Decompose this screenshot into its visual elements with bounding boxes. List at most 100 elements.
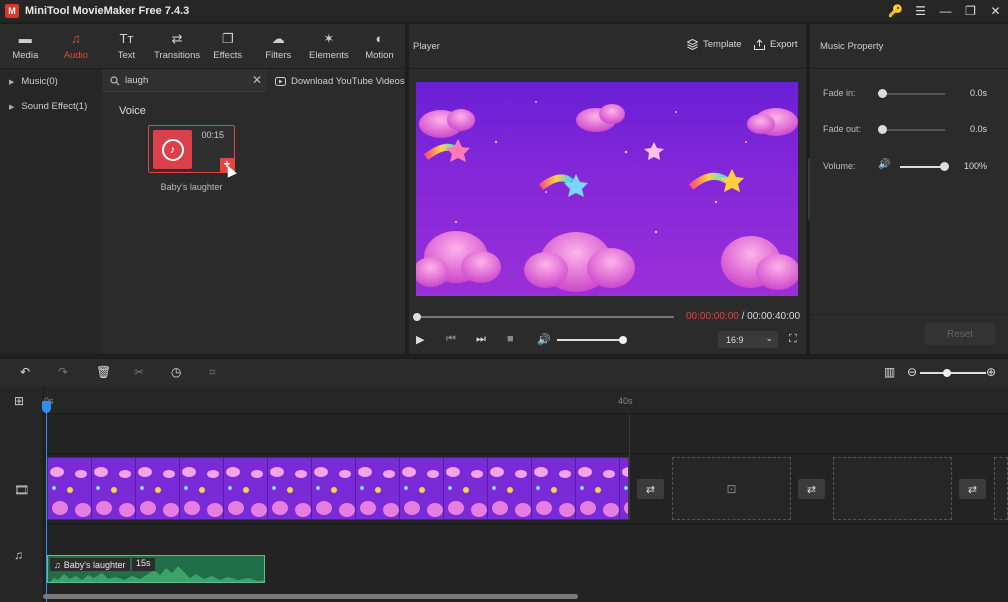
reset-button[interactable]: Reset bbox=[925, 323, 995, 345]
fit-timeline-icon[interactable]: ▥ bbox=[884, 365, 895, 379]
fade-in-label: Fade in: bbox=[823, 88, 856, 98]
search-icon bbox=[110, 75, 120, 85]
minimize-button[interactable]: — bbox=[933, 0, 958, 22]
player-controls: ▶ ⏮ ⏭ ■ 🔊 16:9 ⌄ ⛶ bbox=[409, 328, 806, 352]
video-clip[interactable] bbox=[47, 457, 629, 520]
property-footer: Reset bbox=[810, 314, 1008, 354]
play-icon[interactable]: ▶ bbox=[416, 333, 424, 346]
speed-icon[interactable]: ◷ bbox=[171, 365, 181, 379]
seek-handle[interactable] bbox=[413, 313, 421, 321]
fade-in-handle[interactable] bbox=[878, 89, 887, 98]
timeline-toolbar: ↶ ↷ 🗑 ✂ ◷ ⌗ ▥ ⊖ ⊕ bbox=[0, 359, 1008, 387]
tab-text[interactable]: Tт Text bbox=[101, 24, 152, 69]
player-volume-handle[interactable] bbox=[619, 336, 627, 344]
audio-clip[interactable]: ♫ Baby's laughter 15s bbox=[47, 555, 265, 583]
tab-label: Motion bbox=[365, 50, 394, 61]
empty-clip-slot[interactable]: ⊡ bbox=[672, 457, 791, 520]
empty-clip-slot[interactable] bbox=[833, 457, 952, 520]
transition-slot-button[interactable]: ⇄ bbox=[637, 479, 664, 499]
media-tabs: ▬ Media ♫ Audio Tт Text ⇄ Transitions ❐ Effects ☁ F… bbox=[0, 24, 405, 69]
tab-label: Filters bbox=[265, 50, 292, 61]
export-button[interactable]: Export bbox=[754, 39, 797, 50]
clear-search-icon[interactable]: ✕ bbox=[252, 74, 262, 86]
delete-icon[interactable]: 🗑 bbox=[96, 365, 111, 379]
fullscreen-icon[interactable]: ⛶ bbox=[789, 333, 797, 346]
section-title: Voice bbox=[119, 105, 146, 117]
fade-out-handle[interactable] bbox=[878, 125, 887, 134]
tab-label: Effects bbox=[213, 50, 243, 61]
next-frame-icon[interactable]: ⏭ bbox=[476, 333, 486, 346]
download-youtube-button[interactable]: Download YouTube Videos bbox=[275, 76, 405, 87]
tab-audio[interactable]: ♫ Audio bbox=[51, 24, 102, 69]
media-panel: ▬ Media ♫ Audio Tт Text ⇄ Transitions ❐ Effects ☁ F… bbox=[0, 24, 405, 354]
audio-clip-duration: 15s bbox=[132, 558, 155, 571]
add-track-icon[interactable]: ⊞ bbox=[14, 394, 24, 408]
speaker-icon[interactable]: 🔊 bbox=[878, 159, 890, 170]
undo-icon[interactable]: ↶ bbox=[20, 365, 30, 379]
audio-item-card[interactable]: ♪ 00:15 + bbox=[148, 125, 235, 173]
music-disc-icon: ♪ bbox=[161, 138, 184, 161]
speaker-icon[interactable]: 🔊 bbox=[537, 333, 551, 346]
seek-bar[interactable] bbox=[413, 313, 674, 321]
maximize-button[interactable]: ❐ bbox=[958, 0, 983, 22]
volume-value: 100% bbox=[963, 161, 987, 171]
chevron-down-icon: ⌄ bbox=[765, 333, 773, 343]
redo-icon[interactable]: ↷ bbox=[58, 365, 68, 379]
fade-in-slider[interactable] bbox=[882, 93, 945, 95]
library-item-music[interactable]: ▶ Music(0) bbox=[0, 69, 102, 94]
playhead[interactable] bbox=[46, 402, 47, 602]
stop-icon[interactable]: ■ bbox=[507, 333, 514, 345]
zoom-handle[interactable] bbox=[943, 369, 951, 377]
transition-slot-button[interactable]: ⇄ bbox=[959, 479, 986, 499]
template-button[interactable]: Template bbox=[687, 39, 742, 50]
search-input[interactable] bbox=[125, 75, 245, 86]
fade-out-slider[interactable] bbox=[882, 129, 945, 131]
filters-icon: ☁ bbox=[271, 31, 285, 46]
video-track-icon: 🎞 bbox=[14, 483, 30, 497]
preview-artwork bbox=[416, 101, 798, 292]
timeline-ruler[interactable]: 0s 40s bbox=[44, 387, 1008, 414]
library-item-sound-effect[interactable]: ▶ Sound Effect(1) bbox=[0, 94, 102, 119]
key-icon[interactable]: 🔑 bbox=[883, 0, 908, 22]
video-preview[interactable] bbox=[416, 82, 798, 296]
video-clip-filmstrip bbox=[48, 458, 628, 519]
zoom-slider[interactable] bbox=[920, 369, 986, 377]
crop-icon[interactable]: ⌗ bbox=[209, 365, 216, 380]
tab-filters[interactable]: ☁ Filters bbox=[253, 24, 304, 69]
tab-label: Transitions bbox=[154, 50, 201, 61]
split-icon[interactable]: ✂ bbox=[134, 365, 144, 379]
player-volume-slider[interactable] bbox=[557, 336, 627, 344]
tab-transitions[interactable]: ⇄ Transitions bbox=[152, 24, 203, 69]
aspect-ratio-select[interactable]: 16:9 ⌄ bbox=[718, 331, 778, 348]
tab-media[interactable]: ▬ Media bbox=[0, 24, 51, 69]
total-time: 00:00:40:00 bbox=[747, 311, 800, 322]
library-content: ✕ Download YouTube Videos Voice ♪ 00:15 … bbox=[102, 69, 405, 354]
zoom-in-icon[interactable]: ⊕ bbox=[986, 365, 996, 379]
fade-out-value: 0.0s bbox=[969, 124, 987, 134]
text-icon: Tт bbox=[119, 31, 134, 46]
tab-motion[interactable]: ◐ Motion bbox=[354, 24, 405, 69]
zoom-out-icon[interactable]: ⊖ bbox=[907, 365, 917, 379]
tab-elements[interactable]: ✶ Elements bbox=[304, 24, 355, 69]
music-property-panel: Music Property Fade in: 0.0s Fade out: 0… bbox=[810, 24, 1008, 354]
track-divider bbox=[44, 523, 1008, 524]
previous-frame-icon[interactable]: ⏮ bbox=[446, 333, 456, 346]
title-bar: M MiniTool MovieMaker Free 7.4.3 🔑 ☰ — ❐… bbox=[0, 0, 1008, 22]
playhead-handle[interactable] bbox=[42, 401, 51, 413]
player-title: Player bbox=[413, 40, 440, 52]
tab-effects[interactable]: ❐ Effects bbox=[202, 24, 253, 69]
horizontal-scrollbar[interactable] bbox=[43, 594, 578, 599]
app-logo-icon: M bbox=[5, 4, 19, 18]
search-box: ✕ bbox=[102, 70, 267, 92]
volume-slider[interactable] bbox=[900, 166, 945, 168]
volume-handle[interactable] bbox=[940, 162, 949, 171]
transition-slot-button[interactable]: ⇄ bbox=[798, 479, 825, 499]
audio-track-icon: ♫ bbox=[14, 548, 23, 562]
close-button[interactable]: ✕ bbox=[983, 0, 1008, 22]
tab-label: Elements bbox=[309, 50, 349, 61]
timeline-end-marker bbox=[629, 414, 630, 519]
menu-icon[interactable]: ☰ bbox=[908, 0, 933, 22]
empty-clip-slot[interactable] bbox=[994, 457, 1008, 520]
fade-in-value: 0.0s bbox=[969, 88, 987, 98]
audio-item-name: Baby's laughter bbox=[160, 182, 223, 192]
